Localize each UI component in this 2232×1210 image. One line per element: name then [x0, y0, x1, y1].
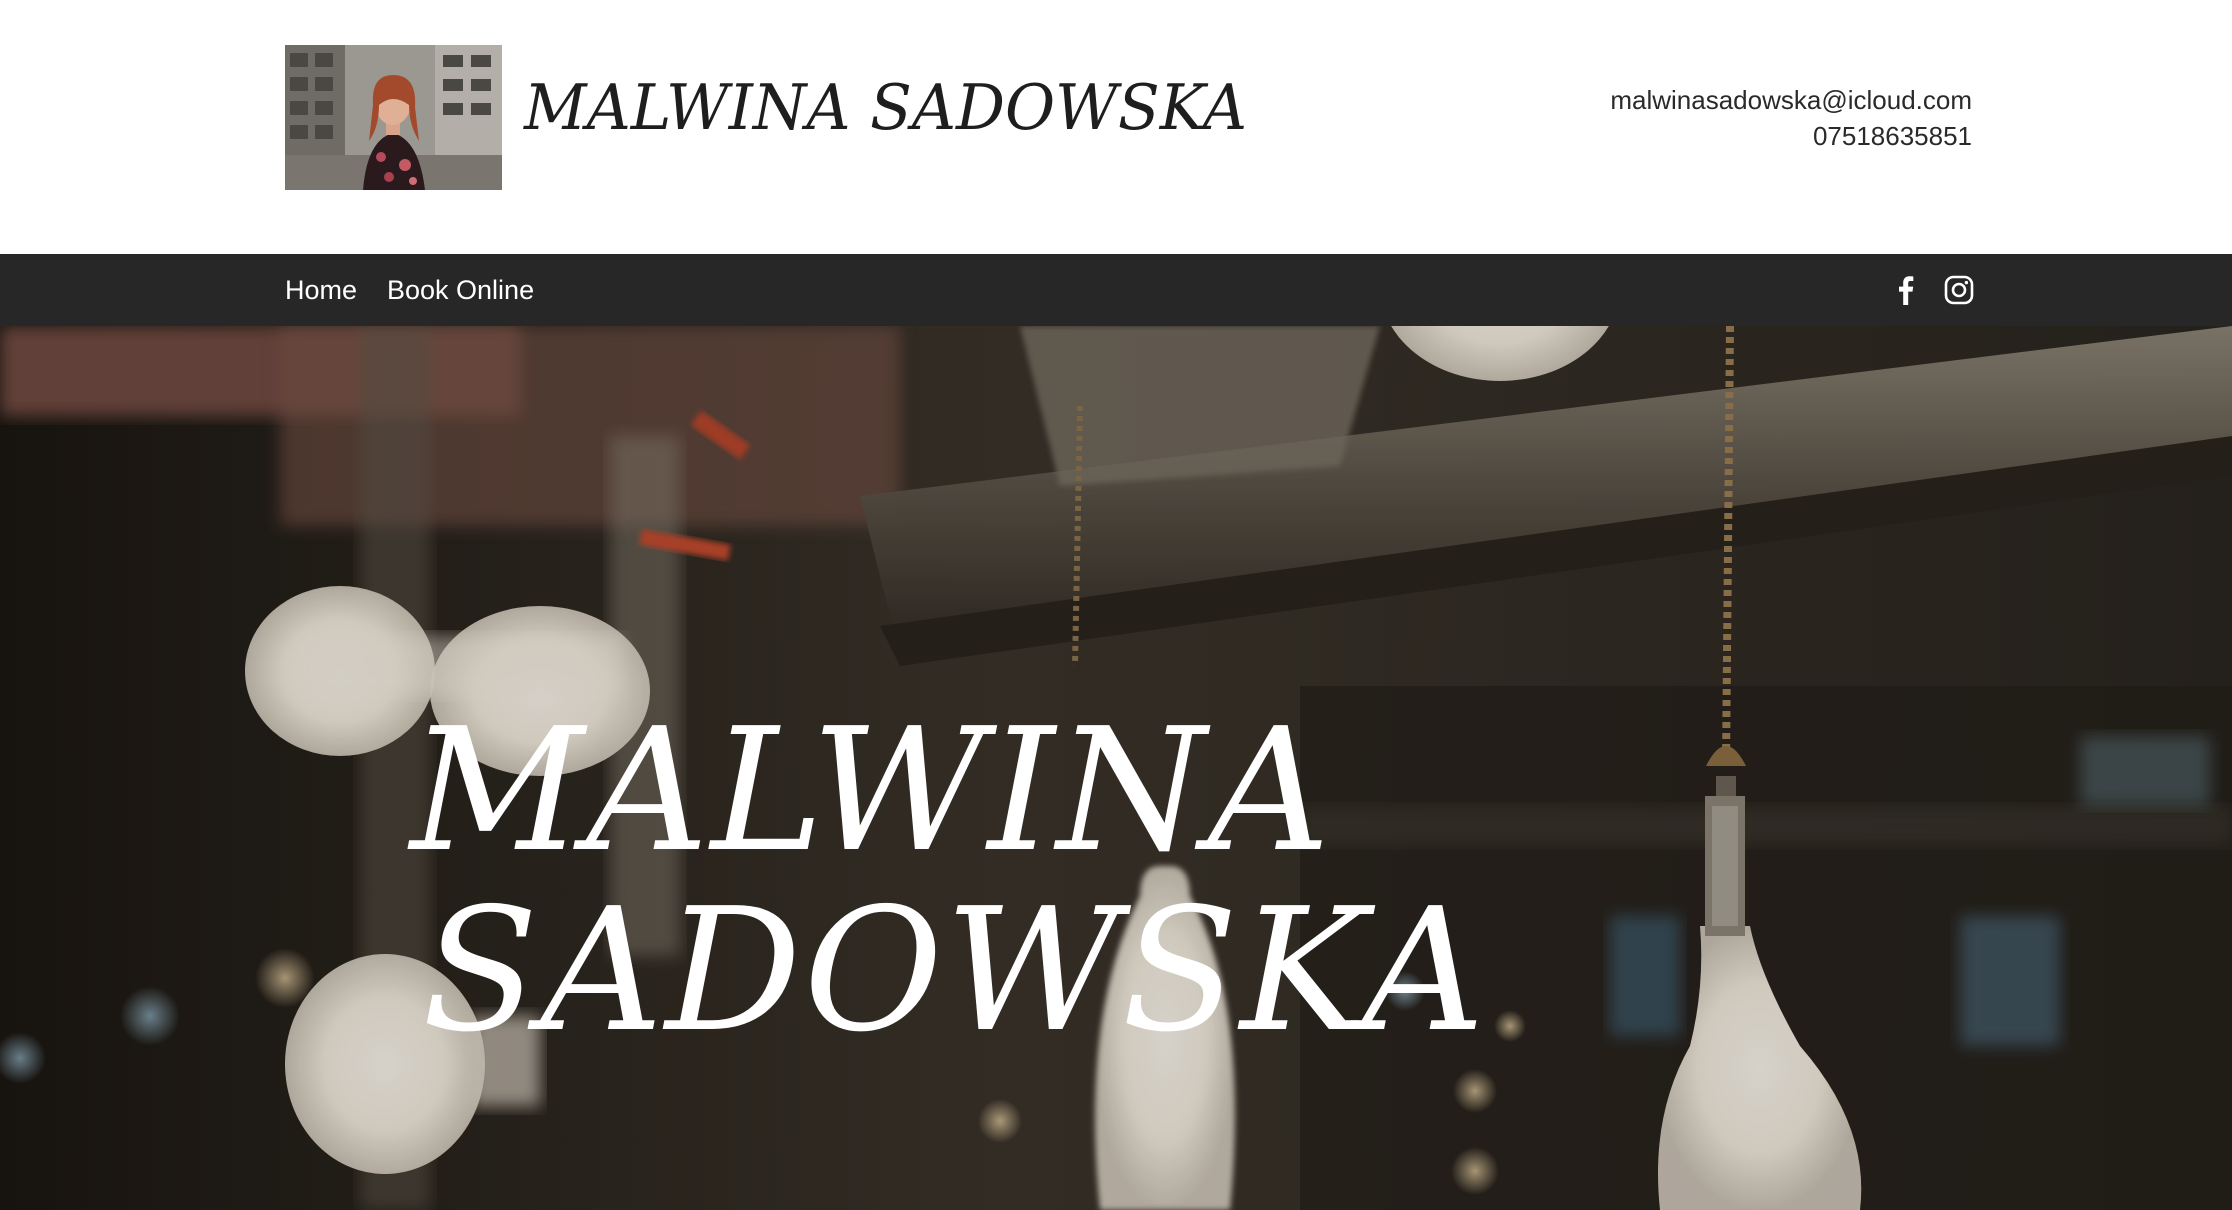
phone-number: 07518635851: [1812, 121, 1972, 151]
site-title[interactable]: MALWINA SADOWSKA: [524, 70, 1247, 146]
main-nav: Home Book Online: [0, 254, 2232, 326]
profile-photo-image: [285, 45, 502, 190]
facebook-icon[interactable]: [1890, 274, 1922, 306]
contact-info: malwinasadowska@icloud.com 07518635851: [1610, 82, 1972, 154]
email-link[interactable]: malwinasadowska@icloud.com: [1610, 82, 1972, 118]
hero-title-line-1: MALWINA: [410, 692, 1333, 890]
nav-item-book-online[interactable]: Book Online: [387, 274, 534, 306]
hero-section: MALWINA SADOWSKA: [0, 326, 2232, 1210]
nav-item-home[interactable]: Home: [285, 274, 357, 306]
site-header: MALWINA SADOWSKA malwinasadowska@icloud.…: [0, 0, 2232, 254]
profile-photo[interactable]: [285, 45, 502, 190]
hero-title-line-2: SADOWSKA: [422, 872, 1487, 1070]
instagram-icon[interactable]: [1943, 274, 1975, 306]
hero-title: MALWINA SADOWSKA: [410, 701, 1487, 1061]
